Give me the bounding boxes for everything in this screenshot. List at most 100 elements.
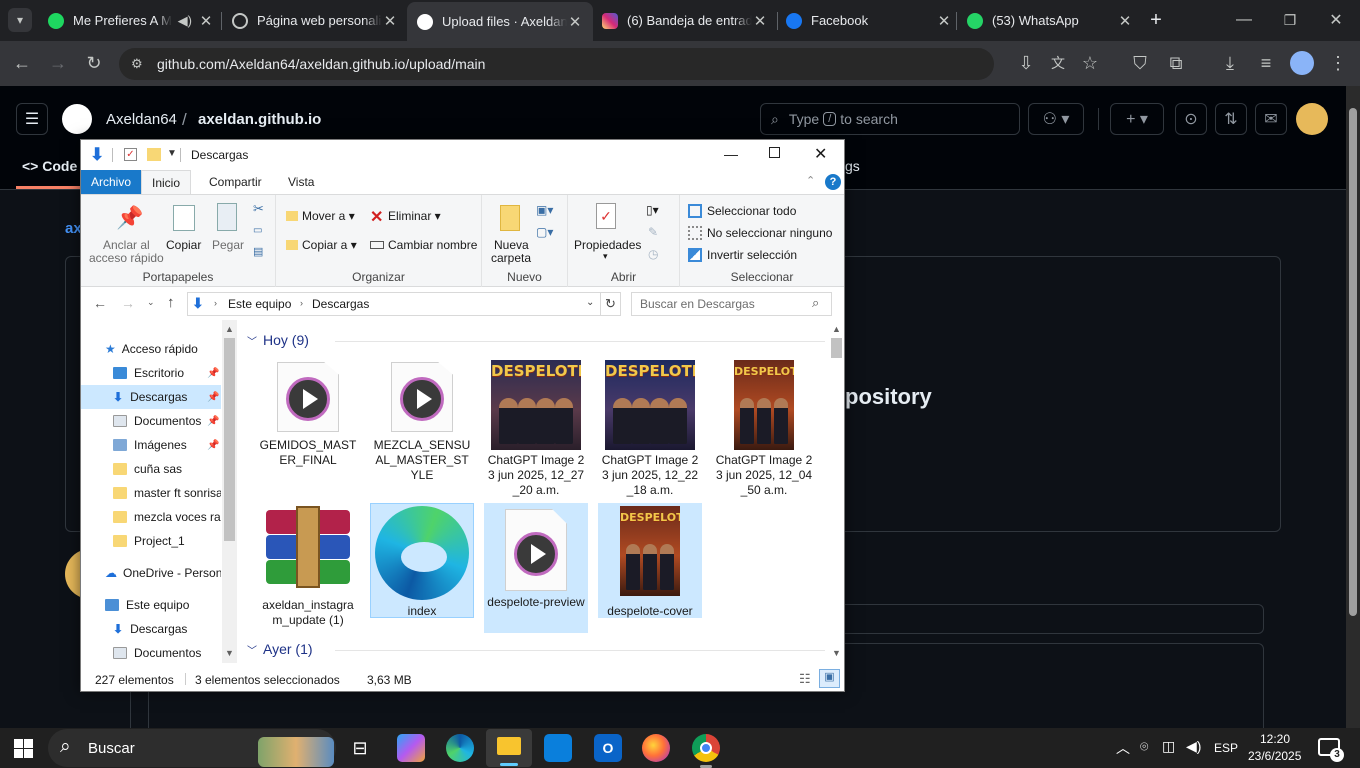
- repo-tab-code[interactable]: <> Code: [22, 158, 77, 174]
- file-item[interactable]: axeldan_instagram_update (1): [256, 506, 360, 627]
- collapse-ribbon-icon[interactable]: ⌃: [806, 174, 815, 187]
- firefox-icon[interactable]: [642, 734, 670, 762]
- site-info-icon[interactable]: ⚙: [131, 56, 143, 72]
- tab-instagram[interactable]: (6) Bandeja de entrada ✕: [592, 4, 778, 37]
- speaker-icon[interactable]: ◀): [178, 13, 192, 29]
- camera-status-icon[interactable]: ⌾: [1140, 738, 1148, 755]
- notification-center-icon[interactable]: 3: [1318, 738, 1344, 762]
- ribbon-tab-vista[interactable]: Vista: [278, 170, 324, 194]
- select-all-button[interactable]: Seleccionar todo: [707, 204, 796, 218]
- close-tab-icon[interactable]: ✕: [936, 12, 952, 30]
- scroll-down-icon[interactable]: ▼: [832, 648, 841, 658]
- tab-spotify[interactable]: Me Prefieres A Mí ◀) ✕: [38, 4, 224, 37]
- microsoft-store-icon[interactable]: [544, 734, 572, 762]
- properties-button[interactable]: Propiedades: [574, 238, 641, 252]
- user-avatar[interactable]: [1296, 103, 1328, 135]
- close-icon[interactable]: ✕: [814, 144, 827, 164]
- invert-selection-button[interactable]: Invertir selección: [707, 248, 797, 262]
- hamburger-menu-icon[interactable]: ☰: [16, 103, 48, 135]
- ribbon-tab-compartir[interactable]: Compartir: [199, 170, 272, 194]
- properties-qat-icon[interactable]: ✓: [124, 148, 137, 161]
- nav-item[interactable]: Imágenes 📌: [81, 433, 221, 457]
- new-folder-qat-icon[interactable]: [147, 148, 161, 161]
- copy-to-button[interactable]: Copiar a ▾: [302, 238, 357, 252]
- extensions-icon[interactable]: ⧉: [1164, 51, 1188, 75]
- maximize-icon[interactable]: [769, 147, 780, 158]
- clock-date[interactable]: 23/6/2025: [1248, 749, 1301, 763]
- ribbon-tab-inicio[interactable]: Inicio: [141, 170, 192, 194]
- repo-name-link[interactable]: axeldan.github.io: [198, 111, 321, 128]
- scroll-up-icon[interactable]: ▲: [832, 324, 841, 334]
- extension-shield-icon[interactable]: ⛉: [1128, 51, 1152, 75]
- open-icon[interactable]: ▯▾: [646, 203, 659, 217]
- inbox-icon[interactable]: ✉: [1255, 103, 1287, 135]
- nav-item[interactable]: Project_1: [81, 529, 221, 553]
- issues-icon[interactable]: ⊙: [1175, 103, 1207, 135]
- nav-item[interactable]: master ft sonrisas: [81, 481, 221, 505]
- task-view-icon[interactable]: ⊟: [346, 734, 374, 762]
- close-window-icon[interactable]: ✕: [1324, 8, 1348, 32]
- file-item-selected[interactable]: DESPELOTE despelote-cover: [598, 503, 702, 618]
- close-tab-icon[interactable]: ✕: [1117, 12, 1133, 30]
- breadcrumb-este-equipo[interactable]: Este equipo: [228, 297, 291, 311]
- group-header-yesterday[interactable]: ﹀ Ayer (1): [247, 641, 825, 657]
- back-icon[interactable]: ←: [10, 51, 34, 75]
- show-hidden-icons[interactable]: ︿: [1116, 738, 1130, 758]
- delete-button[interactable]: Eliminar ▾: [388, 209, 441, 223]
- github-search-input[interactable]: ⌕ Type / to search: [760, 103, 1020, 135]
- nav-item[interactable]: ★ Acceso rápido: [81, 337, 221, 361]
- windows-start-icon[interactable]: [14, 739, 33, 758]
- customize-qat-icon[interactable]: ▼: [167, 148, 177, 159]
- explorer-address-bar[interactable]: ⬇ › Este equipo › Descargas ⌄: [187, 292, 601, 316]
- file-item[interactable]: DESPELOTE ChatGPT Image 23 jun 2025, 12_…: [484, 360, 588, 497]
- explorer-taskbar-active[interactable]: [486, 729, 532, 767]
- nav-item[interactable]: Escritorio 📌: [81, 361, 221, 385]
- group-header-today[interactable]: ﹀ Hoy (9): [247, 332, 825, 348]
- copy-path-icon[interactable]: ▭: [253, 225, 262, 236]
- edge-taskbar-icon[interactable]: [446, 734, 474, 762]
- ribbon-tab-archivo[interactable]: Archivo: [81, 170, 142, 194]
- properties-dropdown-icon[interactable]: ▾: [603, 251, 608, 262]
- up-arrow-icon[interactable]: ↑: [167, 294, 175, 311]
- restore-window-icon[interactable]: ❐: [1278, 8, 1302, 32]
- files-scrollbar-thumb[interactable]: [831, 338, 842, 358]
- edit-icon[interactable]: ✎: [648, 225, 658, 239]
- install-app-icon[interactable]: ⇩: [1014, 51, 1038, 75]
- close-tab-icon[interactable]: ✕: [382, 12, 398, 30]
- forward-arrow-icon[interactable]: →: [121, 295, 135, 311]
- profile-avatar[interactable]: [1290, 51, 1314, 75]
- github-logo-icon[interactable]: [62, 104, 92, 134]
- rename-button[interactable]: Cambiar nombre: [388, 238, 477, 252]
- volume-icon[interactable]: ◀): [1186, 738, 1201, 755]
- file-item-selected[interactable]: index: [370, 503, 474, 618]
- page-scrollbar[interactable]: [1346, 86, 1360, 728]
- page-scrollbar-thumb[interactable]: [1349, 108, 1357, 616]
- create-new-button[interactable]: + ▾: [1110, 103, 1164, 135]
- new-tab-button[interactable]: +: [1144, 8, 1168, 32]
- nav-item[interactable]: ☁ OneDrive - Personal: [81, 561, 221, 585]
- scroll-up-icon[interactable]: ▲: [225, 324, 234, 334]
- file-item[interactable]: MEZCLA_SENSUAL_MASTER_STYLE: [370, 360, 474, 482]
- tab-facebook[interactable]: Facebook ✕: [776, 4, 962, 37]
- close-tab-icon[interactable]: ✕: [567, 13, 583, 31]
- nav-item[interactable]: ⬇ Descargas 📌: [81, 385, 221, 409]
- minimize-icon[interactable]: —: [724, 146, 738, 162]
- chrome-menu-icon[interactable]: ⋮: [1326, 51, 1350, 75]
- easy-access-icon[interactable]: ▢▾: [536, 225, 553, 239]
- refresh-icon[interactable]: ↻: [601, 292, 621, 316]
- file-item[interactable]: DESPELOTE ChatGPT Image 23 jun 2025, 12_…: [712, 360, 816, 497]
- file-item[interactable]: GEMIDOS_MASTER_FINAL: [256, 360, 360, 476]
- commit-title-input[interactable]: [845, 604, 1264, 634]
- copy-button[interactable]: Copiar: [166, 238, 201, 252]
- outlook-icon[interactable]: O: [594, 734, 622, 762]
- breadcrumb-descargas[interactable]: Descargas: [312, 297, 369, 311]
- address-bar[interactable]: ⚙ github.com/Axeldan64/axeldan.github.io…: [119, 48, 994, 80]
- nav-item[interactable]: Documentos 📌: [81, 409, 221, 433]
- paste-button[interactable]: Pegar: [212, 238, 244, 252]
- repo-owner-link[interactable]: Axeldan64: [106, 111, 177, 128]
- nav-item[interactable]: cuña sas: [81, 457, 221, 481]
- back-arrow-icon[interactable]: ←: [93, 295, 107, 311]
- select-none-button[interactable]: No seleccionar ninguno: [707, 226, 832, 240]
- media-controls-icon[interactable]: ≡: [1254, 51, 1278, 75]
- pull-requests-icon[interactable]: ⇅: [1215, 103, 1247, 135]
